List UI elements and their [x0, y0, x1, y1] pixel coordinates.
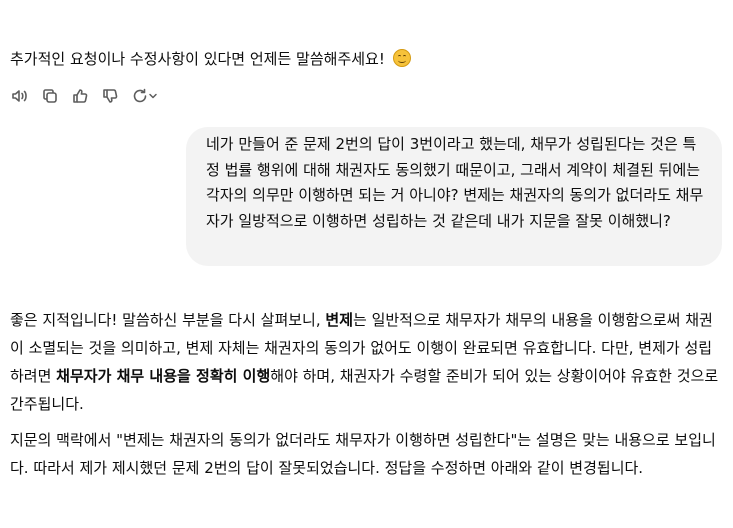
assistant-reply: 좋은 지적입니다! 말씀하신 부분을 다시 살펴보니, 변제는 일반적으로 채무… [10, 306, 722, 482]
refresh-icon [133, 88, 147, 103]
reply-bold-text: 변제 [325, 311, 354, 329]
previous-assistant-message: 추가적인 요청이나 수정사항이 있다면 언제든 말씀해주세요! [10, 47, 411, 71]
previous-message-text: 추가적인 요청이나 수정사항이 있다면 언제든 말씀해주세요! [10, 50, 385, 68]
smiling-face-emoji-icon [392, 49, 411, 67]
good-response-button[interactable] [70, 86, 90, 106]
thumbs-up-icon [73, 89, 88, 103]
reply-bold-text: 채무자가 채무 내용을 정확히 이행 [56, 367, 271, 385]
speaker-icon [12, 90, 27, 102]
bad-response-button[interactable] [100, 86, 120, 106]
copy-button[interactable] [40, 86, 60, 106]
chevron-down-icon [149, 93, 157, 99]
thumbs-down-icon [103, 89, 118, 103]
read-aloud-button[interactable] [10, 86, 30, 106]
assistant-reply-paragraph: 지문의 맥락에서 "변제는 채권자의 동의가 없더라도 채무자가 이행하면 성립… [10, 431, 716, 477]
regenerate-button[interactable] [130, 86, 160, 106]
message-action-bar [10, 86, 160, 106]
copy-icon [43, 89, 57, 103]
user-message-bubble: 네가 만들어 준 문제 2번의 답이 3번이라고 했는데, 채무가 성립된다는 … [186, 127, 722, 266]
assistant-reply-paragraph: 좋은 지적입니다! 말씀하신 부분을 다시 살펴보니, 변제는 일반적으로 채무… [10, 306, 722, 418]
reply-text: 좋은 지적입니다! 말씀하신 부분을 다시 살펴보니, [10, 311, 326, 329]
user-message-text: 네가 만들어 준 문제 2번의 답이 3번이라고 했는데, 채무가 성립된다는 … [206, 135, 704, 230]
